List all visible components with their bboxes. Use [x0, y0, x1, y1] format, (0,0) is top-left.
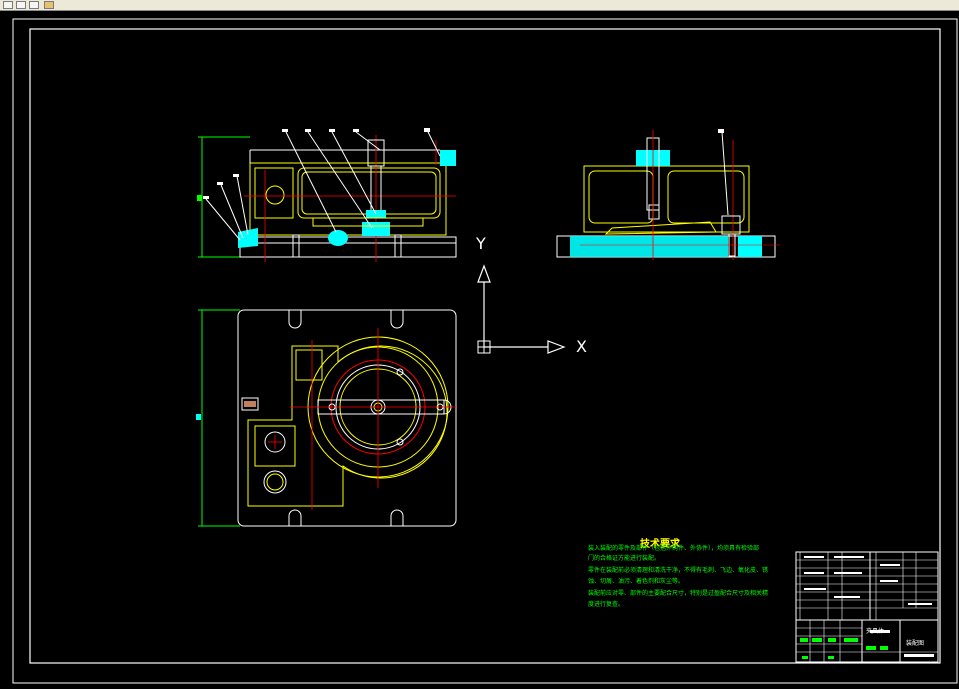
tech-note-line: 装配前应对零、部件的主要配合尺寸，特别是过盈配合尺寸及相关精 — [588, 590, 769, 597]
tech-note-line: 度进行复查。 — [588, 601, 625, 608]
paint-icon[interactable] — [44, 1, 54, 9]
drawing-canvas[interactable]: Y X 技术要求 装入装配的零件及部件（包括外购件、外协件），均须具有检验部 门… — [0, 11, 959, 685]
ucs-x-label: X — [576, 337, 587, 356]
front-view — [197, 128, 457, 262]
draw-icon[interactable] — [16, 1, 26, 9]
ucs-icon — [477, 264, 566, 354]
menu-icon[interactable] — [3, 1, 13, 9]
tech-note-line: 零件在装配前必须清理和清洗干净，不得有毛刺、飞边、氧化皮、锈 — [588, 567, 769, 574]
title-block-sheet-label: 装配图 — [906, 640, 925, 647]
top-view — [196, 309, 457, 527]
tech-note-line: 蚀、切屑、油污、着色剂和灰尘等。 — [588, 578, 685, 585]
cad-toolbar — [0, 0, 959, 11]
layer-icon[interactable] — [29, 1, 39, 9]
tech-note-line: 门的合格证方能进行装配。 — [588, 555, 661, 562]
drawing-border-outer — [12, 18, 958, 684]
title-block-drawing-name: 夹具体 — [866, 628, 885, 635]
ucs-y-label: Y — [476, 234, 486, 253]
side-view — [556, 129, 780, 260]
tech-note-line: 装入装配的零件及部件（包括外购件、外协件），均须具有检验部 — [588, 545, 760, 552]
